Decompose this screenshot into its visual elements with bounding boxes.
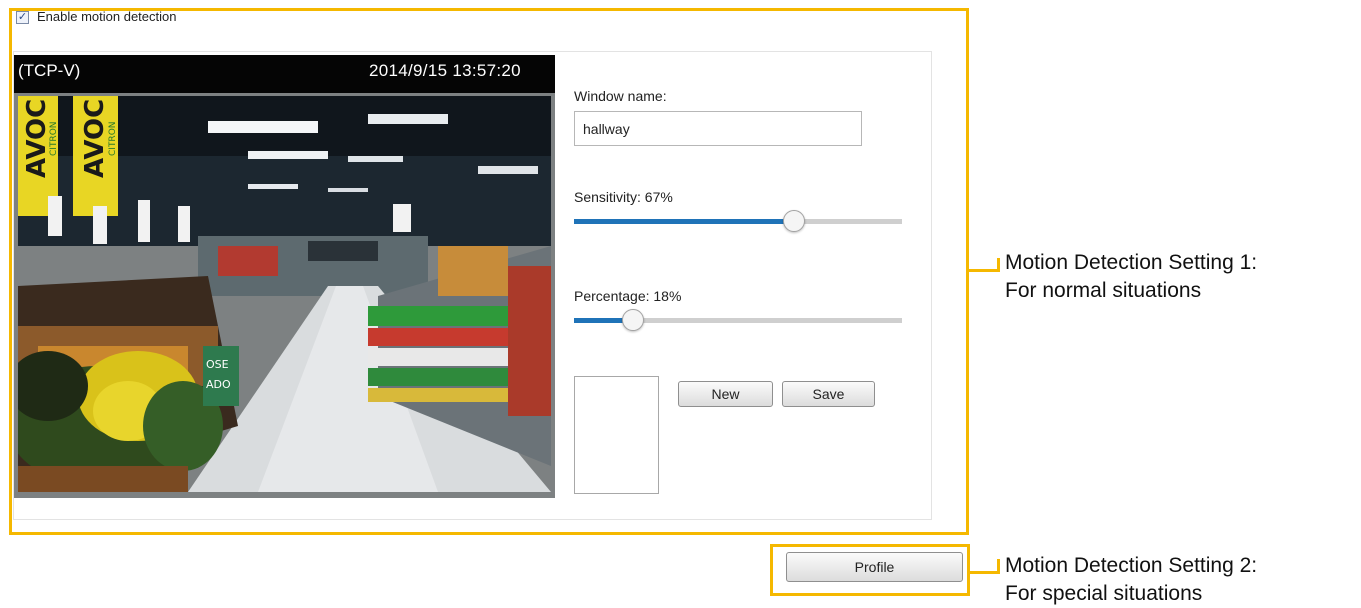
setting-1-callout-subtitle: For normal situations [1005, 279, 1202, 302]
svg-text:CITRON: CITRON [108, 121, 118, 156]
profile-button[interactable]: Profile [786, 552, 963, 582]
svg-text:AVOC: AVOC [22, 99, 52, 178]
live-video-image[interactable]: AVOC AVOC CITRON CITRON OSE ADO [18, 96, 551, 492]
setting-2-callout-subtitle: For special situations [1005, 582, 1203, 605]
scene-small-sign: OSE [206, 358, 229, 371]
setting-1-callout-text: Motion Detection Setting 1: For normal s… [1005, 249, 1257, 305]
motion-window-list[interactable] [574, 376, 659, 494]
svg-text:ADO: ADO [206, 378, 231, 391]
new-window-button[interactable]: New [678, 381, 773, 407]
sensitivity-slider-handle[interactable] [783, 210, 805, 232]
percentage-slider-handle[interactable] [622, 309, 644, 331]
sensitivity-slider-fill [574, 219, 794, 224]
setting-2-callout-title: Motion Detection Setting 2: [1005, 554, 1258, 577]
svg-text:AVOC: AVOC [80, 99, 110, 178]
window-name-input[interactable] [574, 111, 862, 146]
setting-1-callout-line [969, 269, 1000, 272]
setting-1-callout-title: Motion Detection Setting 1: [1005, 251, 1258, 274]
video-timestamp: 2014/9/15 13:57:20 [369, 61, 521, 80]
svg-text:CITRON: CITRON [49, 121, 59, 156]
sensitivity-label: Sensitivity: 67% [574, 189, 673, 205]
video-connection-type: (TCP-V) [18, 61, 81, 80]
enable-motion-detection-label: Enable motion detection [37, 9, 177, 24]
enable-motion-detection-checkbox[interactable]: ✓ [16, 11, 29, 24]
setting-1-callout-tick [997, 258, 1000, 272]
save-window-button[interactable]: Save [782, 381, 875, 407]
window-name-label: Window name: [574, 88, 667, 104]
setting-2-callout-tick [997, 559, 1000, 573]
setting-2-callout-line [970, 571, 1000, 574]
percentage-label: Percentage: 18% [574, 288, 682, 304]
supermarket-scene-image: AVOC AVOC CITRON CITRON OSE ADO [18, 96, 551, 492]
